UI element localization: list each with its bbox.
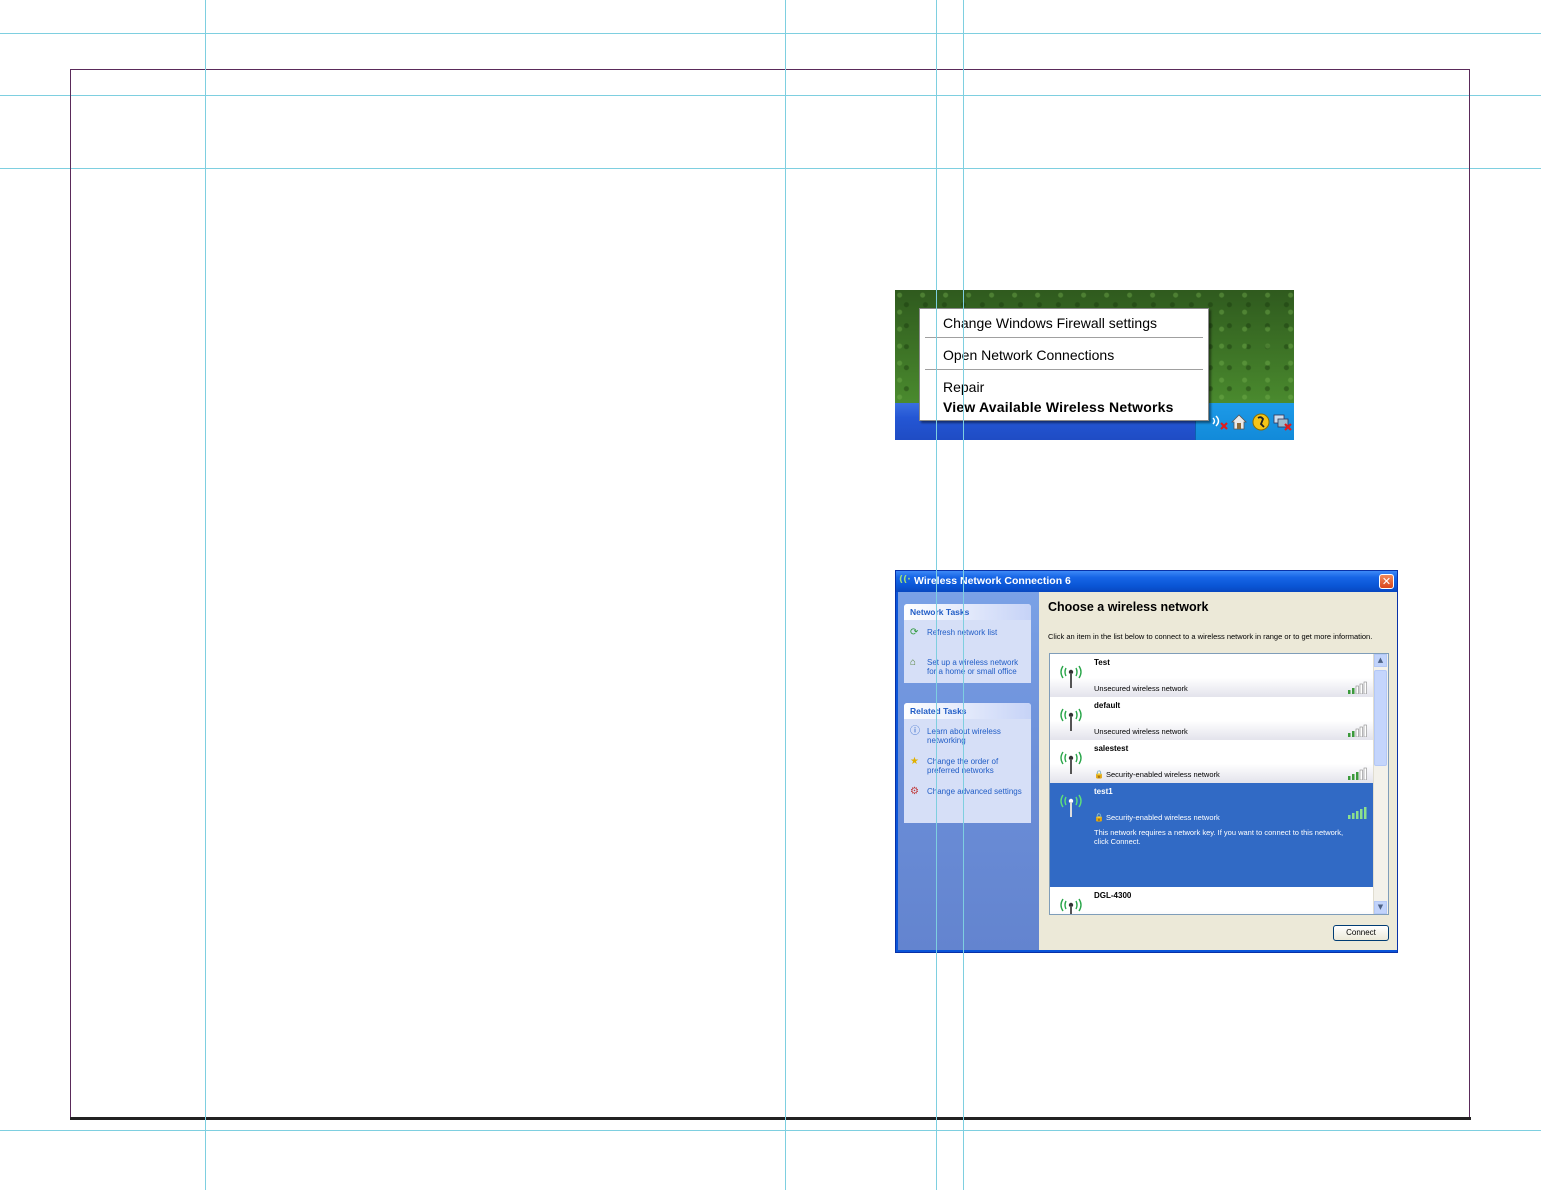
network-name: default (1094, 701, 1121, 710)
page-bottom-rule (70, 1117, 1471, 1120)
wireless-antenna-icon (1060, 794, 1082, 817)
system-tray (1195, 403, 1294, 440)
guide-line-vertical (205, 0, 206, 1190)
tray-menu-screenshot: Change Windows Firewall settings Open Ne… (895, 290, 1294, 440)
scroll-up-button[interactable]: ▲ (1374, 654, 1387, 667)
network-status: 🔒 Security-enabled wireless network (1094, 770, 1220, 779)
wireless-antenna-icon (1060, 898, 1082, 914)
guide-line-vertical (785, 0, 786, 1190)
home-network-icon[interactable] (1230, 412, 1248, 437)
network-pane: Choose a wireless network Click an item … (1039, 592, 1397, 950)
network-status-text: Security-enabled wireless network (1105, 770, 1220, 779)
signal-strength-icon (1348, 767, 1367, 780)
instructions-text: Click an item in the list below to conne… (1048, 632, 1373, 641)
network-name: DGL-4300 (1094, 891, 1132, 900)
chevron-up-icon: ▲ (1377, 656, 1384, 664)
network-name: Test (1094, 658, 1110, 667)
lock-icon: 🔒 (1094, 770, 1104, 779)
refresh-icon: ⟳ (910, 627, 919, 638)
setup-wireless-network-link[interactable]: ⌂ Set up a wireless network for a home o… (910, 658, 1027, 680)
page-title: Choose a wireless network (1048, 600, 1209, 614)
info-icon: ⓘ (910, 726, 920, 737)
window-title: Wireless Network Connection 6 (914, 575, 1071, 587)
network-list-scrollbar[interactable]: ▲ ▼ (1373, 654, 1388, 914)
network-list: Test Unsecured wireless network default … (1049, 653, 1389, 915)
menu-separator (925, 337, 1203, 338)
settings-icon: ⚙ (910, 786, 919, 797)
security-alert-icon[interactable] (1251, 412, 1271, 437)
title-bar[interactable]: ((· Wireless Network Connection 6 ✕ (896, 571, 1397, 592)
network-status: Unsecured wireless network (1094, 727, 1188, 736)
network-status-text: Security-enabled wireless network (1105, 813, 1220, 822)
related-tasks-header: Related Tasks (904, 703, 1031, 719)
guide-line-horizontal (0, 33, 1541, 34)
network-details: This network requires a network key. If … (1094, 828, 1344, 846)
connect-button[interactable]: Connect (1333, 925, 1389, 941)
network-tasks-header: Network Tasks (904, 604, 1031, 620)
network-name: salestest (1094, 744, 1129, 753)
scroll-thumb[interactable] (1374, 670, 1387, 766)
signal-strength-icon (1348, 681, 1367, 694)
setup-network-icon: ⌂ (910, 657, 917, 668)
network-list-item[interactable]: salestest 🔒 Security-enabled wireless net… (1050, 740, 1375, 783)
star-icon: ★ (910, 756, 919, 767)
guide-line-vertical (963, 0, 964, 1190)
network-list-item[interactable]: default Unsecured wireless network (1050, 697, 1375, 740)
network-disconnected-icon[interactable] (1272, 412, 1294, 437)
network-tasks-box: Network Tasks ⟳ Refresh network list ⌂ S… (904, 604, 1031, 683)
guide-line-horizontal (0, 1130, 1541, 1131)
signal-strength-icon (1348, 724, 1367, 737)
wireless-antenna-icon (1060, 665, 1082, 688)
close-icon: ✕ (1381, 575, 1392, 588)
tasks-pane: Network Tasks ⟳ Refresh network list ⌂ S… (898, 592, 1039, 950)
guide-line-vertical (936, 0, 937, 1190)
network-status: 🔒 Security-enabled wireless network (1094, 813, 1220, 822)
close-button[interactable]: ✕ (1379, 574, 1394, 589)
wireless-network-dialog: ((· Wireless Network Connection 6 ✕ Netw… (895, 570, 1398, 953)
chevron-down-icon: ▼ (1377, 903, 1384, 911)
change-advanced-settings-link[interactable]: ⚙ Change advanced settings (910, 787, 1027, 809)
task-label: Set up a wireless network for a home or … (927, 658, 1019, 676)
network-status: Unsecured wireless network (1094, 684, 1188, 693)
lock-icon: 🔒 (1094, 813, 1104, 822)
network-list-item-selected[interactable]: test1 🔒 Security-enabled wireless network… (1050, 783, 1375, 887)
menu-separator (925, 369, 1203, 370)
wireless-antenna-icon (1060, 708, 1082, 731)
network-list-item[interactable]: Test Unsecured wireless network (1050, 654, 1375, 697)
wireless-antenna-icon (1060, 751, 1082, 774)
network-name: test1 (1094, 787, 1113, 796)
menu-item-change-firewall-settings[interactable]: Change Windows Firewall settings (943, 315, 1157, 331)
wireless-title-icon: ((· (899, 575, 911, 585)
task-label: Change advanced settings (927, 787, 1022, 796)
signal-strength-icon (1348, 807, 1367, 819)
change-network-order-link[interactable]: ★ Change the order of preferred networks (910, 757, 1027, 779)
related-tasks-box: Related Tasks ⓘ Learn about wireless net… (904, 703, 1031, 823)
refresh-network-list-link[interactable]: ⟳ Refresh network list (910, 628, 1027, 650)
menu-item-view-wireless-networks[interactable]: View Available Wireless Networks (943, 399, 1174, 415)
network-list-item[interactable]: DGL-4300 (1050, 887, 1375, 914)
wireless-disconnected-icon[interactable] (1210, 412, 1230, 437)
menu-item-open-network-connections[interactable]: Open Network Connections (943, 347, 1114, 363)
scroll-down-button[interactable]: ▼ (1374, 901, 1387, 914)
learn-about-wireless-link[interactable]: ⓘ Learn about wireless networking (910, 727, 1027, 749)
